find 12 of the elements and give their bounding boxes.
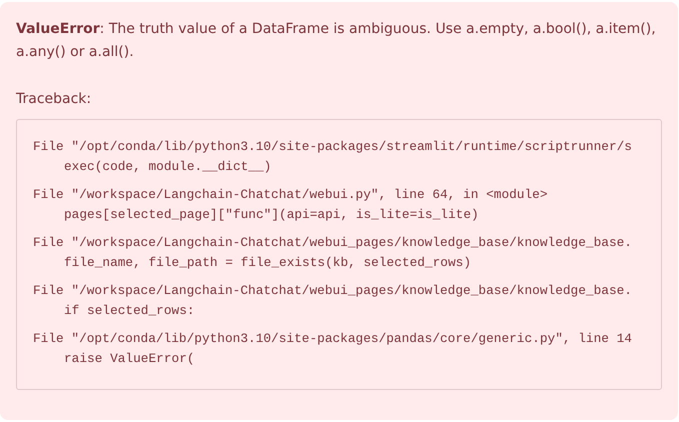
traceback-location: File "/opt/conda/lib/python3.10/site-packages/pandas/core/generic.py", line 14 bbox=[33, 330, 632, 348]
traceback-code: raise ValueError( bbox=[64, 350, 195, 368]
traceback-label: Traceback: bbox=[16, 90, 92, 109]
traceback-code: exec(code, module.__dict__) bbox=[64, 158, 272, 176]
traceback-location: File "/workspace/Langchain-Chatchat/webui.py", line 64, in <module> bbox=[33, 186, 548, 204]
traceback-location: File "/workspace/Langchain-Chatchat/webui_pages/knowledge_base/knowledge_base. bbox=[33, 282, 632, 300]
traceback-code: pages[selected_page]["func"](api=api, is_lite=is_lite) bbox=[64, 206, 479, 224]
traceback-code: file_name, file_path = file_exists(kb, selected_rows) bbox=[64, 254, 472, 272]
error-message: ValueError: The truth value of a DataFrame is ambiguous. Use a.empty, a.bool(), a.item(), a.any() or a.all(). bbox=[16, 20, 657, 62]
traceback-location: File "/opt/conda/lib/python3.10/site-packages/streamlit/runtime/scriptrunner/s bbox=[33, 138, 632, 156]
traceback-code: if selected_rows: bbox=[64, 302, 195, 320]
traceback-location: File "/workspace/Langchain-Chatchat/webui_pages/knowledge_base/knowledge_base. bbox=[33, 234, 632, 252]
